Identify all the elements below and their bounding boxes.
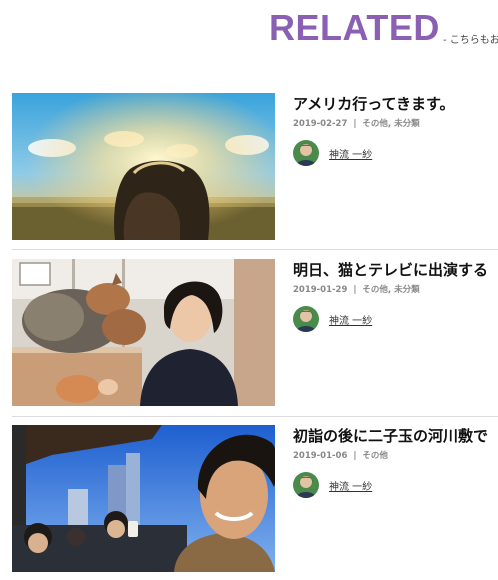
author-link[interactable]: 神流 一紗 bbox=[329, 312, 372, 327]
post-author: 神流 一紗 bbox=[293, 472, 372, 498]
post-categories[interactable]: その他, 未分類 bbox=[362, 285, 419, 295]
meta-separator: | bbox=[353, 119, 357, 129]
sunset-portrait-photo bbox=[12, 93, 275, 240]
post-date: 2019-01-29 bbox=[293, 285, 348, 295]
post-author: 神流 一紗 bbox=[293, 306, 372, 332]
section-subtitle: - こちらもお bbox=[443, 35, 498, 46]
author-link[interactable]: 神流 一紗 bbox=[329, 146, 372, 161]
post-date: 2019-02-27 bbox=[293, 119, 348, 129]
post-date: 2019-01-06 bbox=[293, 451, 348, 461]
post-meta: 2019-01-06 | その他 bbox=[293, 449, 388, 461]
related-post: 初詣の後に二子玉の河川敷で 2019-01-06 | その他 神流 一紗 bbox=[12, 425, 498, 575]
post-divider bbox=[12, 249, 498, 250]
author-link[interactable]: 神流 一紗 bbox=[329, 478, 372, 493]
related-post: アメリカ行ってきます。 2019-02-27 | その他, 未分類 神流 一紗 bbox=[12, 93, 498, 243]
post-thumbnail[interactable] bbox=[12, 259, 275, 406]
related-header: RELATED - こちらもお bbox=[0, 0, 498, 70]
post-title[interactable]: 明日、猫とテレビに出演する bbox=[293, 260, 498, 282]
selfie-group-photo bbox=[12, 425, 275, 572]
post-title[interactable]: アメリカ行ってきます。 bbox=[293, 94, 498, 116]
meta-separator: | bbox=[353, 451, 357, 461]
post-meta: 2019-01-29 | その他, 未分類 bbox=[293, 283, 420, 295]
avatar[interactable] bbox=[293, 140, 319, 166]
author-avatar-icon bbox=[293, 140, 319, 166]
section-title: RELATED bbox=[269, 7, 440, 48]
avatar[interactable] bbox=[293, 306, 319, 332]
post-thumbnail[interactable] bbox=[12, 93, 275, 240]
author-avatar-icon bbox=[293, 472, 319, 498]
meta-separator: | bbox=[353, 285, 357, 295]
man-with-cat-photo bbox=[12, 259, 275, 406]
post-categories[interactable]: その他, 未分類 bbox=[362, 119, 419, 129]
post-divider bbox=[12, 416, 498, 417]
post-meta: 2019-02-27 | その他, 未分類 bbox=[293, 117, 420, 129]
post-categories[interactable]: その他 bbox=[362, 451, 388, 461]
post-author: 神流 一紗 bbox=[293, 140, 372, 166]
post-thumbnail[interactable] bbox=[12, 425, 275, 572]
avatar[interactable] bbox=[293, 472, 319, 498]
related-post: 明日、猫とテレビに出演する 2019-01-29 | その他, 未分類 神流 一… bbox=[12, 259, 498, 409]
post-title[interactable]: 初詣の後に二子玉の河川敷で bbox=[293, 426, 498, 448]
author-avatar-icon bbox=[293, 306, 319, 332]
